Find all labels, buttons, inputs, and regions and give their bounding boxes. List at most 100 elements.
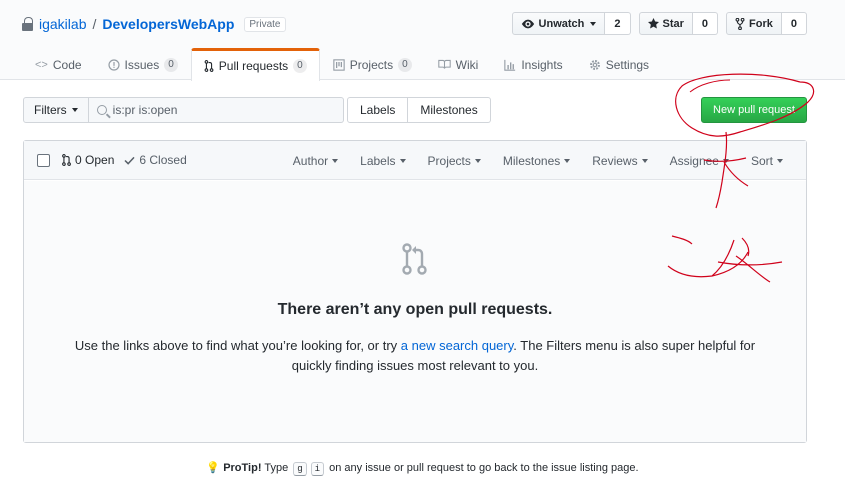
milestones-filter-dropdown[interactable]: Milestones xyxy=(492,154,581,168)
labels-milestones-nav: Labels Milestones xyxy=(347,97,491,123)
book-icon xyxy=(437,59,451,69)
author-filter-label: Author xyxy=(292,153,329,168)
projects-filter-dropdown[interactable]: Projects xyxy=(417,154,492,168)
star-label: Star xyxy=(662,17,684,30)
projects-counter: 0 xyxy=(398,57,412,72)
tab-projects-label: Projects xyxy=(349,57,394,72)
issues-counter: 0 xyxy=(164,57,178,72)
repo-header: igakilab / DevelopersWebApp Private Unwa… xyxy=(0,0,845,81)
stargazers-count[interactable]: 0 xyxy=(692,12,719,35)
blankslate: There aren’t any open pull requests. Use… xyxy=(24,181,806,442)
chevron-down-icon xyxy=(474,158,481,163)
blankslate-title: There aren’t any open pull requests. xyxy=(277,301,553,318)
chevron-down-icon xyxy=(777,158,783,163)
search-input[interactable] xyxy=(112,103,333,117)
sort-label: Sort xyxy=(750,153,773,168)
assignee-filter-label: Assignee xyxy=(669,153,719,168)
new-pull-request-button[interactable]: New pull request xyxy=(701,97,807,123)
blankslate-text: Use the links above to find what you’re … xyxy=(64,336,766,376)
filters-label: Filters xyxy=(34,103,67,117)
labels-filter-dropdown[interactable]: Labels xyxy=(349,154,416,168)
milestones-filter-label: Milestones xyxy=(502,153,561,168)
chevron-down-icon xyxy=(590,21,597,26)
labels-button[interactable]: Labels xyxy=(347,97,409,123)
pull-request-icon xyxy=(204,60,214,72)
protip: 💡 ProTip! Type gi on any issue or pull r… xyxy=(0,461,845,476)
eye-icon xyxy=(521,19,534,28)
closed-count-label: 6 Closed xyxy=(139,153,187,167)
closed-filter-link[interactable]: 6 Closed xyxy=(124,153,187,167)
list-header: 0 Open 6 Closed Author Labels Projects M… xyxy=(24,141,806,180)
gear-icon xyxy=(589,59,600,70)
tab-pull-requests-label: Pull requests xyxy=(218,59,289,73)
pull-requests-counter: 0 xyxy=(293,59,307,73)
reviews-filter-label: Reviews xyxy=(592,153,638,168)
repo-tabs: <> Code Issues 0 Pull requests 0 Project… xyxy=(22,48,662,81)
fork-group: Fork 0 xyxy=(726,12,807,35)
chevron-down-icon xyxy=(641,158,648,163)
sort-dropdown[interactable]: Sort xyxy=(740,154,794,168)
filters-dropdown-button[interactable]: Filters xyxy=(23,97,89,123)
tab-pull-requests[interactable]: Pull requests 0 xyxy=(190,48,320,81)
pull-request-icon xyxy=(402,243,427,275)
tab-insights-label: Insights xyxy=(521,57,563,72)
pull-request-icon xyxy=(62,154,71,166)
project-icon xyxy=(333,58,345,71)
shortcut-key-g: g xyxy=(293,462,307,476)
select-all-checkbox[interactable] xyxy=(37,153,50,167)
search-box xyxy=(88,97,344,123)
repo-title: igakilab / DevelopersWebApp Private xyxy=(22,16,286,32)
tab-projects[interactable]: Projects 0 xyxy=(320,48,425,80)
repo-owner-link[interactable]: igakilab xyxy=(39,16,86,32)
protip-type-word: Type xyxy=(264,462,289,474)
star-button[interactable]: Star xyxy=(638,12,693,35)
reviews-filter-dropdown[interactable]: Reviews xyxy=(581,154,658,168)
star-icon xyxy=(647,18,659,29)
lock-icon xyxy=(22,17,33,31)
tab-settings-label: Settings xyxy=(605,57,650,72)
tab-issues-label: Issues xyxy=(124,57,160,72)
code-icon: <> xyxy=(35,58,48,71)
projects-filter-label: Projects xyxy=(427,153,471,168)
light-bulb-icon: 💡 xyxy=(206,462,221,474)
pull-request-list: 0 Open 6 Closed Author Labels Projects M… xyxy=(23,140,807,443)
issue-icon xyxy=(107,58,120,71)
filter-bar: Filters xyxy=(23,97,344,123)
chevron-down-icon xyxy=(722,158,729,163)
new-search-query-link[interactable]: a new search query xyxy=(401,338,514,353)
tab-settings[interactable]: Settings xyxy=(576,48,662,80)
chevron-down-icon xyxy=(71,108,78,112)
chevron-down-icon xyxy=(332,158,339,163)
private-badge: Private xyxy=(244,16,286,32)
labels-filter-label: Labels xyxy=(360,153,396,168)
tab-issues[interactable]: Issues 0 xyxy=(95,48,191,80)
watch-group: Unwatch 2 xyxy=(511,12,631,35)
check-icon xyxy=(124,156,135,165)
tab-insights[interactable]: Insights xyxy=(491,48,575,80)
unwatch-label: Unwatch xyxy=(538,17,585,30)
star-group: Star 0 xyxy=(638,12,719,35)
forks-count[interactable]: 0 xyxy=(781,12,807,35)
protip-suffix: on any issue or pull request to go back … xyxy=(329,462,639,474)
shortcut-key-i: i xyxy=(310,462,325,476)
chevron-down-icon xyxy=(399,158,406,163)
assignee-filter-dropdown[interactable]: Assignee xyxy=(659,154,740,168)
list-filters: Author Labels Projects Milestones Review… xyxy=(282,141,794,180)
path-separator: / xyxy=(92,16,97,32)
tab-wiki-label: Wiki xyxy=(455,57,479,72)
author-filter-dropdown[interactable]: Author xyxy=(282,154,349,168)
open-filter-link[interactable]: 0 Open xyxy=(62,153,114,167)
open-count-label: 0 Open xyxy=(75,153,115,167)
fork-button[interactable]: Fork xyxy=(726,12,782,35)
tab-code[interactable]: <> Code xyxy=(22,48,95,80)
watchers-count[interactable]: 2 xyxy=(605,12,631,35)
repo-actions: Unwatch 2 Star 0 Fork 0 xyxy=(511,12,807,35)
protip-prefix: ProTip! xyxy=(223,462,262,474)
tab-wiki[interactable]: Wiki xyxy=(425,48,492,80)
tab-code-label: Code xyxy=(52,57,82,72)
search-icon xyxy=(96,105,107,115)
chevron-down-icon xyxy=(564,158,571,163)
milestones-button[interactable]: Milestones xyxy=(408,97,491,123)
repo-name-link[interactable]: DevelopersWebApp xyxy=(102,16,234,32)
unwatch-button[interactable]: Unwatch xyxy=(511,12,606,35)
